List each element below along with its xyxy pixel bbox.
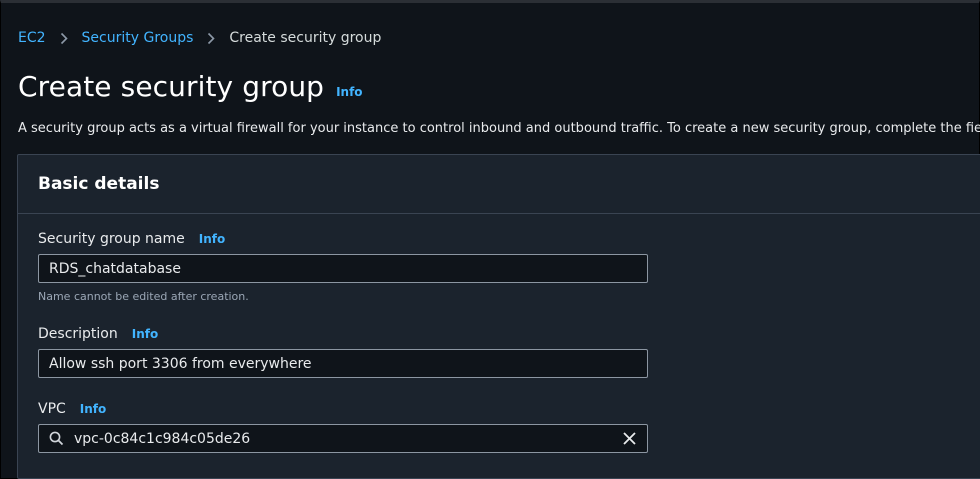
description-label-row: Description Info [38,326,158,342]
breadcrumb-current: Create security group [229,30,382,46]
page-title: Create security group [18,70,325,103]
vpc-label-row: VPC Info [38,401,106,417]
security-group-name-hint: Name cannot be edited after creation. [38,290,249,303]
security-group-name-input[interactable]: RDS_chatdatabase [38,254,648,283]
description-input[interactable]: Allow ssh port 3306 from everywhere [38,349,648,378]
chevron-right-icon [207,32,216,45]
chevron-right-icon [60,32,68,45]
page-description: A security group acts as a virtual firew… [18,121,980,136]
breadcrumb-ec2[interactable]: EC2 [18,30,46,46]
page-info-link[interactable]: Info [336,85,362,99]
vpc-label: VPC [38,401,66,417]
page-header: Create security group Info [18,70,363,103]
description-field: Description Info Allow ssh port 3306 fro… [38,326,648,378]
panel-title: Basic details [38,174,160,194]
description-value: Allow ssh port 3306 from everywhere [49,355,312,372]
vpc-field: VPC Info vpc-0c84c1c984c05de26 [38,401,648,453]
vpc-value: vpc-0c84c1c984c05de26 [74,430,251,447]
security-group-name-label: Security group name [38,231,185,247]
description-info-link[interactable]: Info [132,327,158,341]
basic-details-panel: Basic details Security group name Info R… [17,154,980,479]
breadcrumb: EC2 Security Groups Create security grou… [18,30,381,46]
panel-header: Basic details [18,155,980,214]
security-group-name-info-link[interactable]: Info [199,232,225,246]
security-group-name-label-row: Security group name Info [38,231,225,247]
close-icon[interactable] [622,431,637,446]
description-label: Description [38,326,118,342]
security-group-name-field: Security group name Info RDS_chatdatabas… [38,231,648,303]
breadcrumb-security-groups[interactable]: Security Groups [82,30,194,46]
vpc-info-link[interactable]: Info [80,402,106,416]
search-icon [49,431,64,446]
security-group-name-value: RDS_chatdatabase [49,260,181,277]
vpc-search-input[interactable]: vpc-0c84c1c984c05de26 [38,424,648,453]
